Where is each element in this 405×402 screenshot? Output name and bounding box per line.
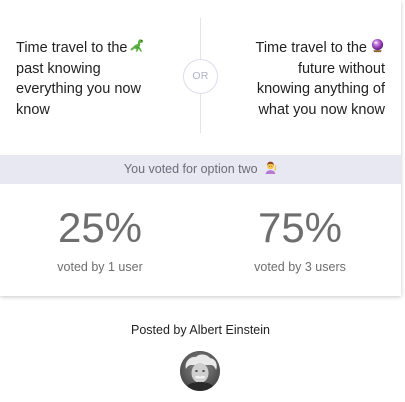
posted-by: Posted by Albert Einstein bbox=[131, 323, 270, 337]
voted-banner: You voted for option two bbox=[0, 155, 401, 184]
result-two-percent: 75% bbox=[257, 204, 343, 251]
result-option-one: 25% voted by 1 user bbox=[0, 203, 200, 275]
result-one-percent: 25% bbox=[57, 204, 143, 251]
result-two-voters[interactable]: voted by 3 users bbox=[200, 259, 400, 275]
crystal-ball-icon bbox=[370, 38, 385, 55]
option-one[interactable]: Time travel to the past knowing everythin… bbox=[16, 38, 166, 120]
author-avatar-photo bbox=[180, 351, 220, 391]
poll-card: Time travel to the past knowing everythin… bbox=[0, 0, 401, 296]
or-badge: OR bbox=[183, 59, 218, 94]
result-one-voters[interactable]: voted by 1 user bbox=[0, 259, 200, 275]
option-one-text-start: Time travel to the bbox=[16, 40, 128, 56]
dinosaur-icon-svg bbox=[131, 39, 144, 52]
result-option-two: 75% voted by 3 users bbox=[200, 203, 400, 275]
dinosaur-icon bbox=[130, 38, 145, 55]
poll-page: Time travel to the past knowing everythin… bbox=[0, 0, 405, 402]
crystal-ball-icon-svg bbox=[371, 38, 384, 53]
poll-options: Time travel to the past knowing everythin… bbox=[0, 0, 401, 155]
option-two[interactable]: Time travel to the future without knowin… bbox=[235, 38, 385, 120]
person-raising-hand-icon bbox=[264, 161, 277, 176]
option-one-text-rest: past knowing everything you now know bbox=[16, 60, 141, 118]
option-two-text-rest: future without knowing anything of what yo… bbox=[256, 60, 385, 118]
author-avatar[interactable] bbox=[180, 351, 220, 391]
person-raising-hand-icon-svg bbox=[265, 161, 277, 174]
option-two-text-start: Time travel to the bbox=[255, 40, 367, 56]
voted-message: You voted for option two bbox=[123, 162, 258, 176]
